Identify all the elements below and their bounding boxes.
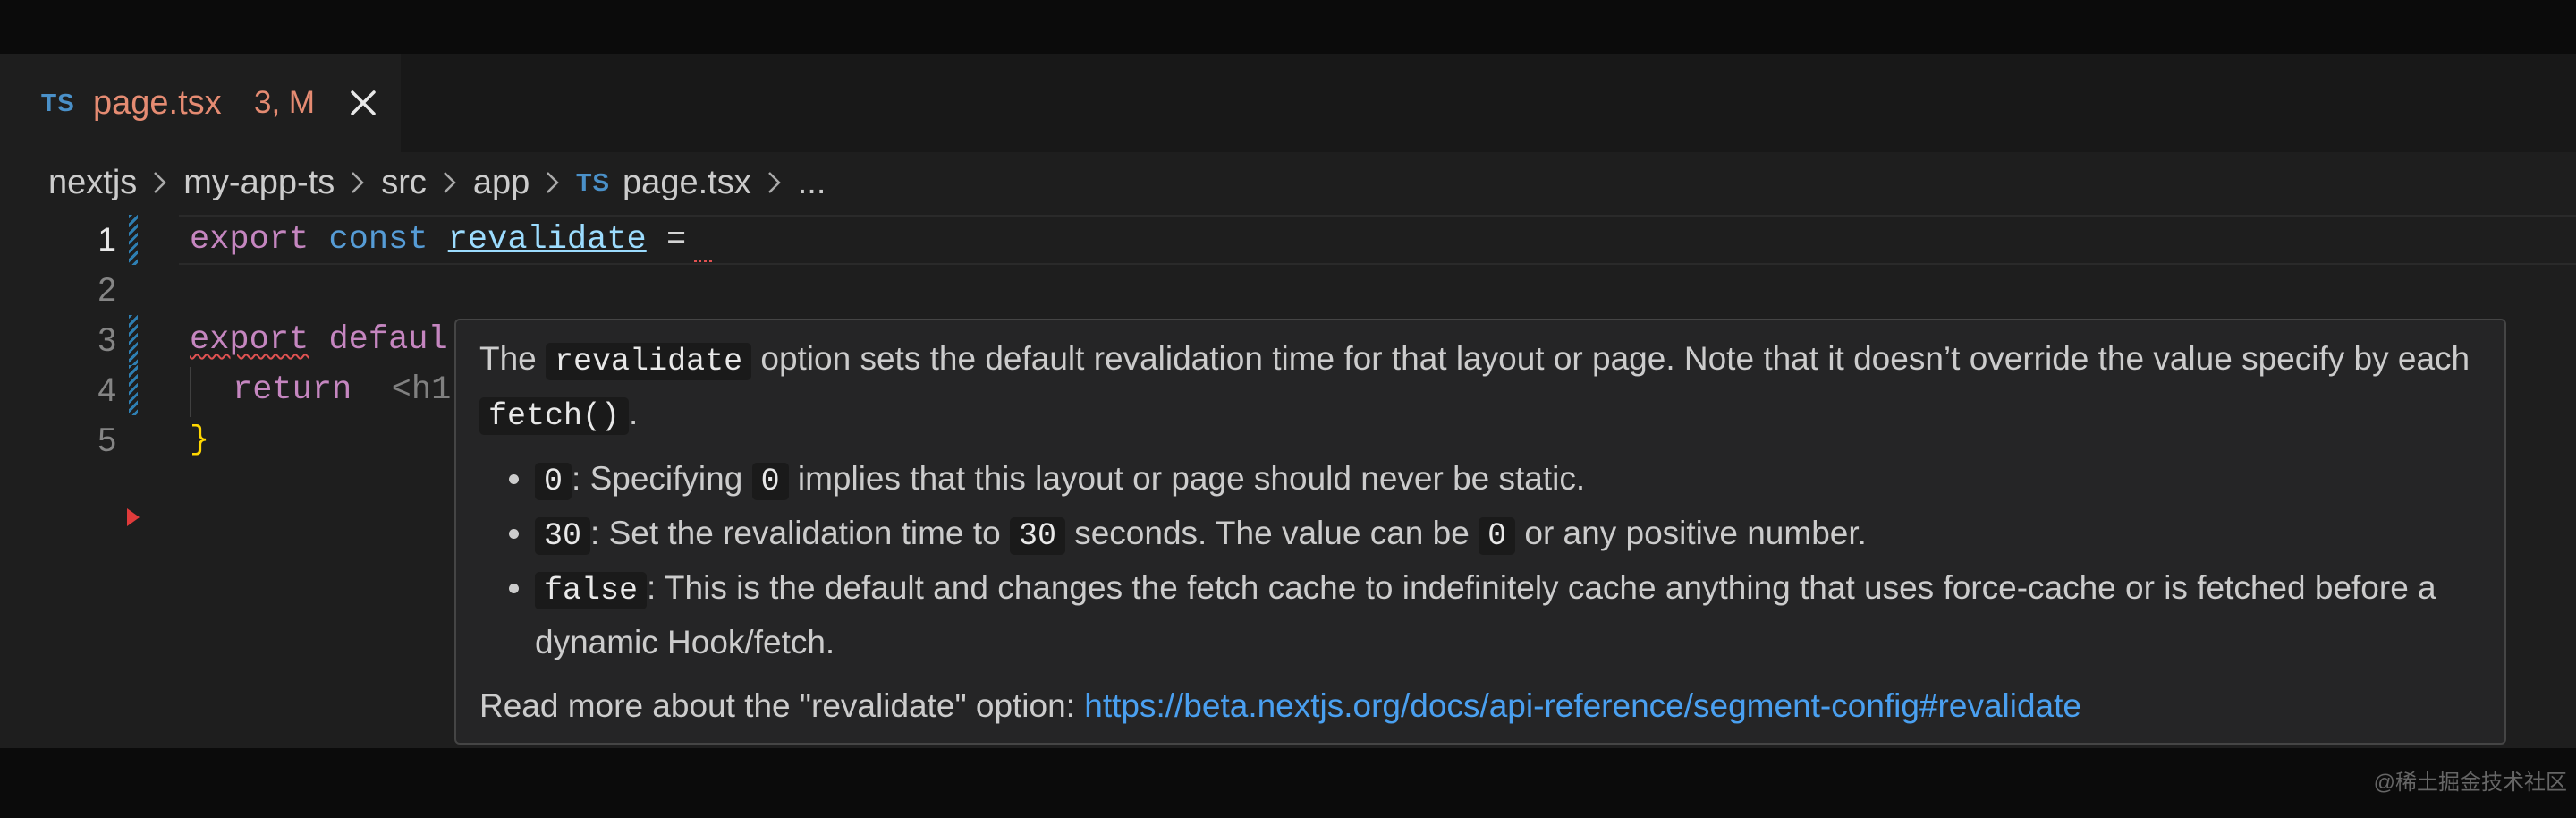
typescript-file-icon: TS <box>41 89 75 116</box>
list-item: false: This is the default and changes t… <box>535 562 2487 668</box>
inline-code: fetch() <box>479 397 630 435</box>
line-number: 4 <box>97 371 116 408</box>
inline-code: 30 <box>1009 517 1065 555</box>
modified-line-marker[interactable] <box>129 315 138 365</box>
breadcrumb-item-nextjs[interactable]: nextjs <box>48 164 137 202</box>
inline-code: 0 <box>535 463 572 500</box>
docs-link[interactable]: https://beta.nextjs.org/docs/api-referen… <box>1084 687 2081 724</box>
brace: } <box>190 422 210 459</box>
error-arrow-icon[interactable] <box>127 508 140 526</box>
read-more: Read more about the "revalidate" option:… <box>479 687 2081 724</box>
breadcrumb-item-src[interactable]: src <box>381 164 427 202</box>
operator: = <box>665 221 687 259</box>
tab-filename: page.tsx <box>93 83 222 122</box>
breadcrumb-item-my-app-ts[interactable]: my-app-ts <box>183 164 335 202</box>
error-squiggle <box>694 252 712 262</box>
breadcrumb-item-file[interactable]: page.tsx <box>623 164 751 202</box>
indent-guide <box>190 367 191 417</box>
keyword: defaul <box>328 321 448 359</box>
inline-code: 30 <box>535 517 591 555</box>
line-number: 2 <box>97 271 116 308</box>
keyword: export <box>190 221 309 259</box>
modified-line-marker[interactable] <box>129 365 138 415</box>
hover-option-list: 0: Specifying 0 implies that this layout… <box>479 453 2487 668</box>
tab-problems-status: 3, M <box>254 85 316 120</box>
breadcrumb-item-symbol[interactable]: ... <box>798 164 826 202</box>
line-number: 1 <box>97 221 116 258</box>
jsx-tag: <h1 <box>391 371 452 409</box>
line-number: 3 <box>97 321 116 358</box>
list-item: 30: Set the revalidation time to 30 seco… <box>535 507 2487 562</box>
close-icon[interactable] <box>345 85 381 121</box>
chevron-right-icon <box>767 172 781 193</box>
line-number: 5 <box>97 422 116 458</box>
hover-tooltip: The revalidate option sets the default r… <box>454 319 2506 745</box>
typescript-file-icon: TS <box>576 168 611 196</box>
chevron-right-icon <box>547 172 560 193</box>
code-text: return <h1 <box>233 371 451 409</box>
chevron-right-icon <box>443 172 456 193</box>
inline-code: 0 <box>1479 517 1516 555</box>
inline-code: 0 <box>751 463 789 500</box>
keyword: export <box>190 321 309 359</box>
keyword: const <box>328 221 428 259</box>
identifier-revalidate[interactable]: revalidate <box>448 221 647 259</box>
chevron-right-icon <box>154 172 167 193</box>
editor-window: TS page.tsx 3, M nextjs my-app-ts src ap… <box>0 54 2576 795</box>
code-text: export defaul <box>190 321 448 359</box>
breadcrumb-item-app[interactable]: app <box>473 164 530 202</box>
chevron-right-icon <box>352 172 364 193</box>
breadcrumb: nextjs my-app-ts src app TS page.tsx ... <box>48 154 826 211</box>
modified-line-marker[interactable] <box>129 215 138 265</box>
keyword: return <box>233 371 352 409</box>
inline-code: revalidate <box>546 343 752 380</box>
code-text: } <box>190 422 209 459</box>
hover-description: The revalidate option sets the default r… <box>479 340 2470 435</box>
code-line[interactable]: 1 export const revalidate = <box>0 215 2576 265</box>
code-text: export const revalidate = <box>190 221 686 259</box>
watermark: @稀土掘金技术社区 <box>2373 771 2567 795</box>
list-item: 0: Specifying 0 implies that this layout… <box>535 453 2487 507</box>
code-line[interactable]: 2 <box>0 265 2576 315</box>
inline-code: false <box>535 572 648 609</box>
editor-tab-page-tsx[interactable]: TS page.tsx 3, M <box>0 54 401 152</box>
tab-bar: TS page.tsx 3, M <box>0 54 2576 152</box>
